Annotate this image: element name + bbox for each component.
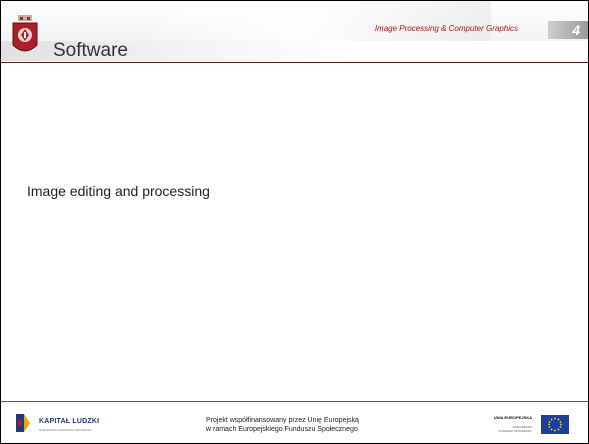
university-crest-icon	[12, 15, 38, 52]
kapital-ludzki-logo-icon	[16, 414, 30, 432]
course-title: Image Processing & Computer Graphics	[374, 24, 518, 33]
slide-body-text: Image editing and processing	[27, 183, 210, 199]
title-underline	[1, 62, 588, 63]
page-number-box: 4	[548, 21, 588, 39]
slide-frame: Image Processing & Computer Graphics 4 S…	[0, 0, 589, 444]
header-gradient	[151, 1, 491, 43]
footer-divider	[1, 401, 588, 402]
slide-header: Image Processing & Computer Graphics 4 S…	[1, 1, 588, 97]
slide-title: Software	[53, 40, 128, 61]
project-line-1: Projekt współfinansowany przez Unię Euro…	[206, 417, 359, 424]
page-number: 4	[572, 22, 580, 38]
project-line-2: w ramach Europejskiego Funduszu Społeczn…	[206, 426, 358, 433]
eu-subtitle: EUROPEJSKI FUNDUSZ SPOŁECZNY	[499, 425, 532, 433]
program-subtitle: NARODOWA STRATEGIA SPÓJNOŚCI	[39, 428, 93, 432]
program-title: KAPITAŁ LUDZKI	[39, 418, 100, 425]
eu-title: UNIA EUROPEJSKA	[493, 415, 532, 420]
eu-flag-icon	[541, 415, 569, 434]
project-funding-text: Projekt współfinansowany przez Unię Euro…	[206, 416, 359, 434]
eu-subtitle-line-2: FUNDUSZ SPOŁECZNY	[498, 429, 532, 433]
